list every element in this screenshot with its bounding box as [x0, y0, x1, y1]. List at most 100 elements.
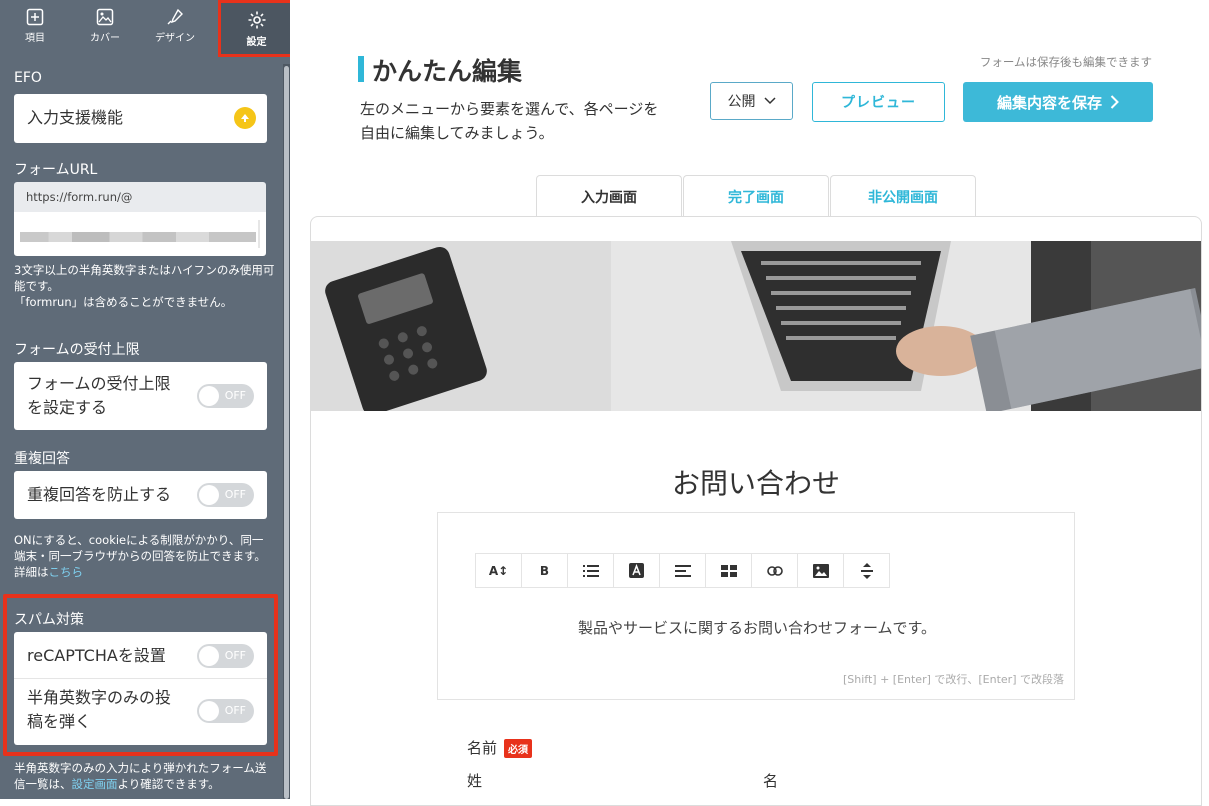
visibility-value: 公開 — [727, 94, 756, 110]
plus-square-icon — [26, 8, 44, 26]
tab-settings-label: 設定 — [246, 36, 267, 48]
alnum-toggle[interactable]: OFF — [197, 699, 254, 723]
url-blurred-value — [20, 232, 256, 242]
image-insert-icon — [812, 563, 829, 578]
visibility-select[interactable]: 公開 — [710, 82, 793, 120]
text-color-button[interactable] — [613, 553, 660, 588]
url-note-line1: 3文字以上の半角英数字またはハイフンのみ使用可能です。 — [14, 263, 275, 293]
recaptcha-label: reCAPTCHAを設置 — [27, 646, 166, 665]
limit-card: フォームの受付上限 を設定する OFF — [14, 362, 267, 430]
toggle-off-text: OFF — [224, 649, 246, 662]
duplicate-note: ONにすると、cookieによる制限がかかり、同一端末・同一ブラウザからの回答を… — [14, 532, 272, 580]
list-button[interactable] — [567, 553, 614, 588]
url-input[interactable] — [14, 212, 266, 256]
chevron-right-icon — [1110, 95, 1119, 109]
spacing-button[interactable] — [843, 553, 890, 588]
gear-icon — [248, 11, 265, 28]
efo-heading: EFO — [14, 70, 42, 86]
form-description[interactable]: 製品やサービスに関するお問い合わせフォームです。 — [438, 617, 1076, 638]
tab-items-label: 項目 — [25, 33, 45, 44]
save-button-label: 編集内容を保存 — [996, 93, 1102, 112]
efo-card[interactable]: 入力支援機能 — [14, 94, 267, 143]
save-button[interactable]: 編集内容を保存 — [963, 82, 1153, 122]
title-accent-bar — [358, 56, 364, 82]
up-arrow-icon[interactable] — [234, 107, 256, 129]
duplicate-note-link[interactable]: こちら — [49, 565, 84, 579]
bold-button[interactable]: B — [521, 553, 568, 588]
chevron-down-icon — [763, 97, 776, 105]
align-button[interactable] — [659, 553, 706, 588]
editor-toolbar: A↕ B — [475, 553, 890, 588]
spam-heading: スパム対策 — [14, 612, 84, 628]
link-icon — [766, 565, 783, 576]
toggle-off-text: OFF — [224, 488, 246, 501]
form-canvas — [310, 216, 1202, 806]
cover-photo — [311, 241, 1201, 411]
alnum-label-line2: 稿を弾く — [27, 712, 92, 731]
link-button[interactable] — [751, 553, 798, 588]
cover-image[interactable] — [311, 241, 1201, 411]
page-description-line2: 自由に編集してみましょう。 — [360, 124, 554, 142]
tab-private-screen[interactable]: 非公開画面 — [830, 175, 976, 217]
font-size-button[interactable]: A↕ — [475, 553, 522, 588]
list-icon — [582, 564, 599, 577]
efo-label: 入力支援機能 — [27, 108, 124, 127]
last-name-label: 姓 — [467, 772, 483, 790]
duplicate-label: 重複回答を防止する — [27, 485, 172, 504]
tab-cover[interactable]: カバー — [70, 0, 140, 52]
tab-items[interactable]: 項目 — [0, 0, 70, 52]
table-button[interactable] — [705, 553, 752, 588]
limit-heading: フォームの受付上限 — [14, 342, 140, 358]
url-note: 3文字以上の半角英数字またはハイフンのみ使用可能です。 「formrun」は含め… — [14, 262, 279, 310]
page-description-line1: 左のメニューから要素を選んで、各ページを — [360, 100, 659, 118]
brush-icon — [167, 8, 183, 25]
tab-input-screen[interactable]: 入力画面 — [536, 175, 682, 217]
align-icon — [674, 564, 691, 577]
url-heading: フォームURL — [14, 162, 98, 178]
toggle-knob — [199, 485, 219, 505]
tab-design[interactable]: デザイン — [140, 0, 210, 52]
name-field-label[interactable]: 名前 — [467, 737, 497, 758]
sidebar-scroll-thumb[interactable] — [284, 66, 289, 799]
spam-note-link[interactable]: 設定画面 — [72, 777, 118, 791]
tab-settings[interactable]: 設定 — [218, 0, 290, 57]
image-button[interactable] — [797, 553, 844, 588]
duplicate-toggle[interactable]: OFF — [197, 483, 254, 507]
description-editor[interactable]: A↕ B 製品やサービスに関するお問い合わせフォームです。 [Shift] + … — [437, 512, 1075, 700]
spam-card: reCAPTCHAを設置 OFF 半角英数字のみの投 稿を弾く OFF — [14, 632, 267, 745]
tab-complete-screen[interactable]: 完了画面 — [683, 175, 829, 217]
save-note: フォームは保存後も編集できます — [979, 55, 1152, 69]
tab-design-label: デザイン — [155, 33, 195, 44]
editor-hint: [Shift] + [Enter] で改行、[Enter] で改段落 — [842, 673, 1064, 686]
bold-icon: B — [539, 563, 550, 578]
limit-toggle[interactable]: OFF — [197, 384, 254, 408]
toggle-knob — [199, 386, 219, 406]
alnum-label: 半角英数字のみの投 稿を弾く — [27, 686, 171, 734]
toggle-off-text: OFF — [224, 389, 246, 402]
url-note-line2: 「formrun」は含めることができません。 — [14, 295, 233, 309]
tab-cover-label: カバー — [90, 33, 120, 44]
duplicate-card: 重複回答を防止する OFF — [14, 471, 267, 519]
duplicate-heading: 重複回答 — [14, 451, 70, 467]
spam-note-post: より確認できます。 — [117, 777, 220, 791]
spam-divider — [14, 678, 267, 679]
required-badge: 必須 — [504, 739, 532, 758]
spacing-icon — [860, 562, 873, 579]
preview-button[interactable]: プレビュー — [812, 82, 945, 122]
toggle-knob — [199, 646, 219, 666]
table-icon — [720, 564, 737, 577]
text-color-icon — [629, 563, 644, 578]
recaptcha-toggle[interactable]: OFF — [197, 644, 254, 668]
url-input-edge — [258, 220, 260, 248]
alnum-label-line1: 半角英数字のみの投 — [27, 688, 172, 707]
form-title[interactable]: お問い合わせ — [310, 462, 1202, 502]
page-title: かんたん編集 — [372, 57, 523, 86]
limit-label: フォームの受付上限 を設定する — [27, 372, 171, 420]
toggle-off-text: OFF — [224, 704, 246, 717]
limit-label-line2: を設定する — [27, 398, 108, 417]
image-icon — [96, 8, 114, 26]
toggle-knob — [199, 701, 219, 721]
font-size-icon: A↕ — [488, 563, 509, 578]
url-prefix: https://form.run/@ — [14, 182, 266, 212]
settings-sidebar: 項目 カバー デザイン 設定 EFO 入力支援機能 フォームURL https:… — [0, 0, 290, 799]
